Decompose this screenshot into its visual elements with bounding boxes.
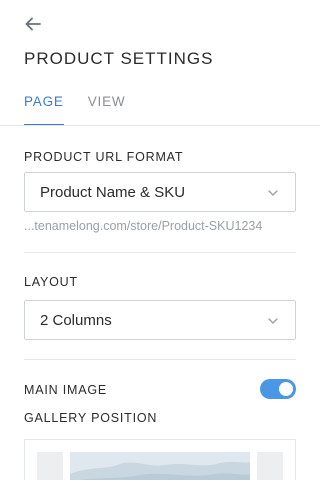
layout-select[interactable]: 2 Columns <box>24 300 296 340</box>
url-format-value: Product Name & SKU <box>40 183 186 201</box>
landscape-image <box>70 452 250 480</box>
gallery-position-preview[interactable] <box>24 439 296 480</box>
gallery-position-label: GALLERY POSITION <box>24 411 158 425</box>
section-divider <box>24 252 296 253</box>
chevron-down-icon <box>268 318 278 324</box>
toggle-knob <box>279 382 293 396</box>
url-format-label: PRODUCT URL FORMAT <box>24 150 184 164</box>
tab-view[interactable]: VIEW <box>88 90 126 126</box>
page-title: PRODUCT SETTINGS <box>24 49 214 68</box>
gallery-thumb-left <box>37 452 63 480</box>
arrow-left-icon <box>25 17 41 31</box>
chevron-down-icon <box>268 190 278 196</box>
tabs-divider <box>0 125 320 126</box>
main-image-toggle[interactable] <box>260 379 296 399</box>
gallery-thumb-right <box>257 452 283 480</box>
url-format-select[interactable]: Product Name & SKU <box>24 172 296 212</box>
section-divider <box>24 359 296 360</box>
back-button[interactable] <box>22 13 44 35</box>
gallery-main-image <box>70 452 250 480</box>
layout-value: 2 Columns <box>40 311 112 329</box>
tab-page[interactable]: PAGE <box>24 90 64 126</box>
tab-bar: PAGE VIEW <box>24 90 125 126</box>
layout-label: LAYOUT <box>24 275 78 289</box>
url-preview: ...tenamelong.com/store/Product-SKU1234 <box>24 219 263 233</box>
main-image-label: MAIN IMAGE <box>24 383 108 397</box>
